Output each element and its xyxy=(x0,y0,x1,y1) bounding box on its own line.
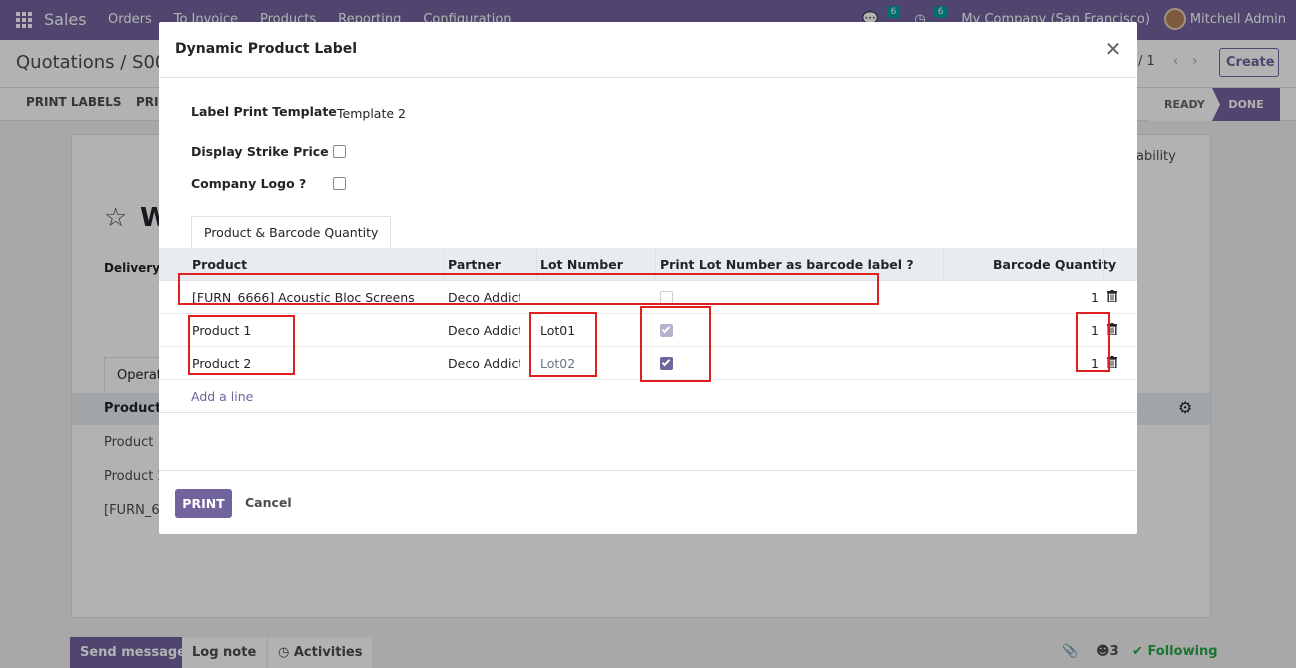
row-partner[interactable]: Deco Addict xyxy=(448,356,520,371)
lines-table-header: Product Partner Lot Number Print Lot Num… xyxy=(159,248,1137,281)
tab-product-barcode-qty[interactable]: Product & Barcode Quantity xyxy=(191,216,392,249)
company-logo-label: Company Logo ? xyxy=(191,176,307,191)
table-row[interactable]: Product 2 Deco Addict Lot02 1 xyxy=(159,347,1137,380)
col-separator xyxy=(536,248,537,281)
add-line-link[interactable]: Add a line xyxy=(191,389,253,404)
dynamic-label-dialog: Dynamic Product Label ✕ Label Print Temp… xyxy=(159,22,1137,534)
col-separator xyxy=(943,248,944,281)
cancel-button[interactable]: Cancel xyxy=(245,495,292,510)
close-icon[interactable]: ✕ xyxy=(1103,39,1123,60)
row-qty[interactable]: 1 xyxy=(1079,356,1099,371)
check-icon xyxy=(661,357,671,367)
col-separator xyxy=(444,248,445,281)
row-product[interactable]: [FURN_6666] Acoustic Bloc Screens xyxy=(192,290,442,305)
row-product[interactable]: Product 1 xyxy=(192,323,442,338)
trash-icon[interactable] xyxy=(1107,356,1117,368)
col-lot-number[interactable]: Lot Number xyxy=(540,257,623,272)
print-button[interactable]: PRINT xyxy=(175,489,232,518)
row-lot[interactable]: Lot01 xyxy=(540,323,640,338)
company-logo-checkbox[interactable] xyxy=(333,177,346,190)
col-separator xyxy=(655,248,656,281)
row-qty[interactable]: 1 xyxy=(1079,323,1099,338)
col-print-lot[interactable]: Print Lot Number as barcode label ? xyxy=(660,257,914,272)
modal-title: Dynamic Product Label xyxy=(175,41,358,57)
row-print-lot-checkbox[interactable] xyxy=(660,291,673,304)
row-partner[interactable]: Deco Addict xyxy=(448,323,520,338)
table-row[interactable]: [FURN_6666] Acoustic Bloc Screens Deco A… xyxy=(159,281,1137,314)
template-select[interactable]: Template 2 xyxy=(337,106,406,121)
check-icon xyxy=(661,324,671,334)
table-row[interactable]: Product 1 Deco Addict Lot01 1 xyxy=(159,314,1137,347)
col-partner[interactable]: Partner xyxy=(448,257,501,272)
strike-price-checkbox[interactable] xyxy=(333,145,346,158)
template-label: Label Print Template xyxy=(191,104,337,119)
row-print-lot-checkbox[interactable] xyxy=(660,357,673,370)
trash-icon[interactable] xyxy=(1107,290,1117,302)
row-lot[interactable]: Lot02 xyxy=(540,356,640,371)
col-product[interactable]: Product xyxy=(192,257,247,272)
modal-footer: PRINT Cancel xyxy=(159,470,1137,534)
row-print-lot-checkbox[interactable] xyxy=(660,324,673,337)
strike-price-label: Display Strike Price ? xyxy=(191,144,341,159)
row-partner[interactable]: Deco Addict xyxy=(448,290,520,305)
table-bottom-border xyxy=(159,412,1137,413)
col-separator xyxy=(1103,248,1104,281)
trash-icon[interactable] xyxy=(1107,323,1117,335)
col-barcode-qty[interactable]: Barcode Quantity xyxy=(993,257,1116,272)
row-product[interactable]: Product 2 xyxy=(192,356,442,371)
row-qty[interactable]: 1 xyxy=(1079,290,1099,305)
modal-header: Dynamic Product Label ✕ xyxy=(159,22,1137,78)
